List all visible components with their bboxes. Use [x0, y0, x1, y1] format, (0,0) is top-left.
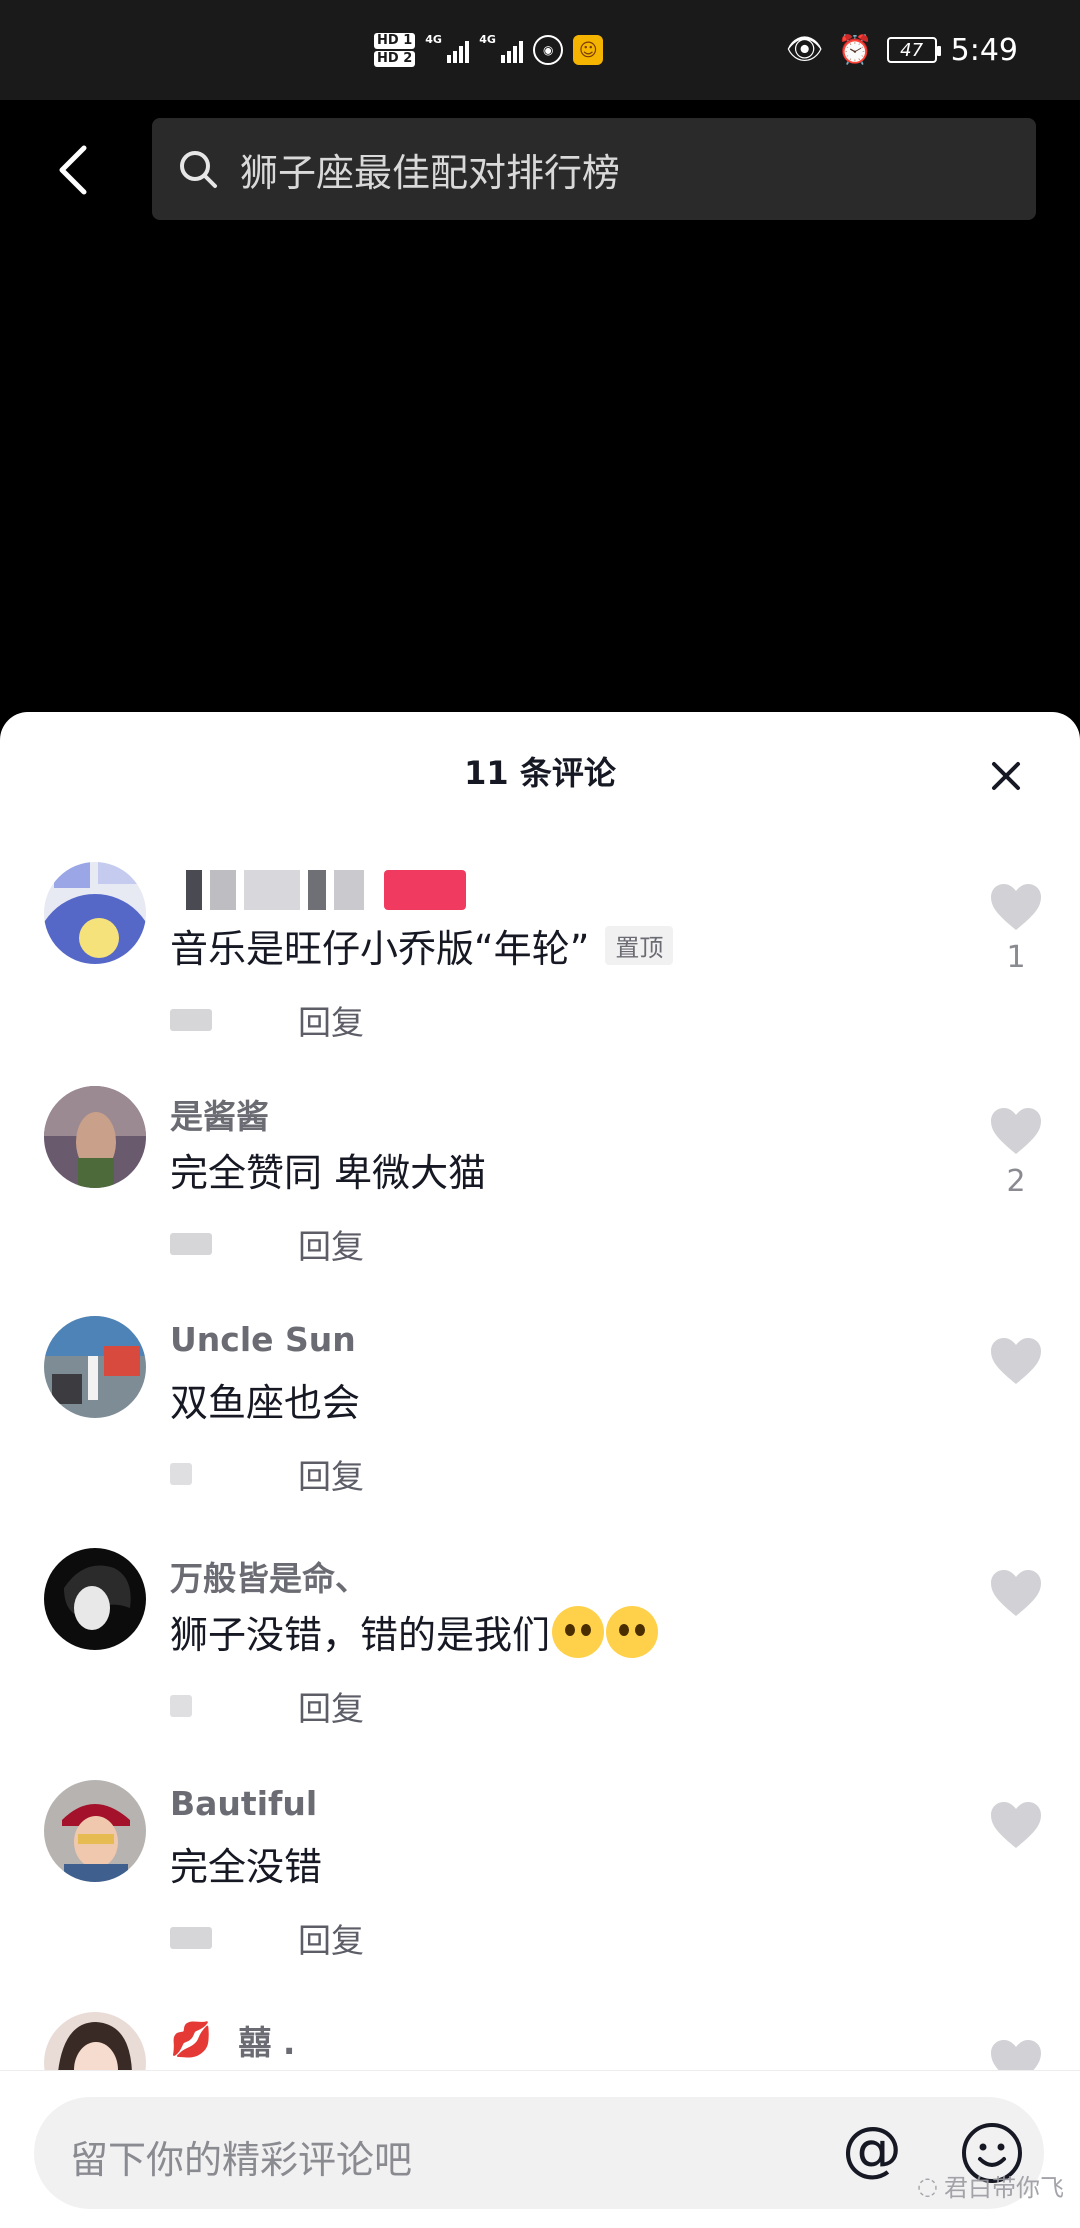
timestamp-blurred — [170, 1695, 192, 1717]
search-query: 狮子座最佳配对排行榜 — [240, 150, 621, 195]
like-button[interactable] — [986, 1336, 1046, 1394]
timestamp-blurred — [170, 1233, 212, 1255]
reply-button[interactable]: 回复 — [298, 1220, 364, 1268]
wechat-icon: ◌ — [917, 2171, 938, 2200]
username[interactable]: 是酱酱 — [170, 1090, 269, 1138]
heart-icon — [991, 1570, 1041, 1616]
comment-meta: 回复 — [170, 1914, 364, 1962]
avatar[interactable] — [44, 1548, 146, 1650]
like-button[interactable]: 1 — [986, 882, 1046, 975]
mention-button[interactable]: @ — [842, 2119, 902, 2179]
like-button[interactable] — [986, 1568, 1046, 1626]
like-count: 2 — [1006, 1164, 1026, 1199]
close-icon — [992, 762, 1020, 790]
like-count: 1 — [1006, 940, 1026, 975]
app-notification-icon: ☺ — [573, 35, 604, 65]
username[interactable]: Uncle Sun — [170, 1320, 356, 1359]
avatar[interactable] — [44, 1086, 146, 1188]
search-icon — [180, 151, 217, 188]
username: 囍 . — [238, 2023, 296, 2062]
comment-item: 万般皆是命、 狮子没错，错的是我们 回复 — [0, 1548, 1080, 1778]
comment-item: Uncle Sun 双鱼座也会 回复 — [0, 1316, 1080, 1546]
reply-button[interactable]: 回复 — [298, 996, 364, 1044]
comment-text: 完全赞同 卑微大猫 — [170, 1151, 487, 1195]
pleading-emoji-icon — [552, 1605, 605, 1658]
username[interactable]: 万般皆是命、 — [170, 1552, 368, 1600]
reply-button[interactable]: 回复 — [298, 1914, 364, 1962]
timestamp-blurred — [170, 1463, 192, 1485]
like-button[interactable]: 2 — [986, 1106, 1046, 1199]
comment-text: 音乐是旺仔小乔版“年轮” 置顶 — [170, 918, 674, 973]
status-left-icons: HD 1 HD 2 4G 4G ◉ ☺ — [374, 30, 604, 70]
status-bar: HD 1 HD 2 4G 4G ◉ ☺ 👁 ⏰ 47 5:49 — [0, 0, 1080, 100]
comment-meta: 回复 — [170, 1450, 364, 1498]
username[interactable]: Bautiful — [170, 1784, 317, 1823]
avatar[interactable] — [44, 1316, 146, 1418]
comment-item: 音乐是旺仔小乔版“年轮” 置顶 回复 1 — [0, 862, 1080, 1092]
heart-icon — [991, 884, 1041, 930]
network-2-label: 4G — [479, 33, 496, 46]
username-blurred — [186, 870, 466, 910]
back-button[interactable] — [48, 140, 96, 200]
battery-icon: 47 — [886, 37, 941, 63]
network-1-label: 4G — [425, 33, 442, 46]
signal-1-icon: 4G — [425, 33, 470, 63]
close-button[interactable] — [986, 756, 1026, 796]
comment-text: 完全没错 — [170, 1845, 323, 1889]
comment-meta: 回复 — [170, 996, 364, 1044]
timestamp-blurred — [170, 1927, 212, 1949]
pleading-emoji-icon — [606, 1605, 659, 1658]
comment-input-bar: 留下你的精彩评论吧 @ ◌ 君白带你飞 — [0, 2070, 1080, 2228]
hd1-badge: HD 1 — [374, 33, 416, 49]
status-right-icons: 👁 ⏰ 47 5:49 — [786, 28, 1018, 72]
alarm-icon: ⏰ — [837, 33, 873, 66]
reply-button[interactable]: 回复 — [298, 1682, 364, 1730]
comment-placeholder: 留下你的精彩评论吧 — [70, 2138, 413, 2182]
comment-count-title: 11 条评论 — [464, 754, 616, 792]
comment-meta: 回复 — [170, 1220, 364, 1268]
comment-item: 是酱酱 完全赞同 卑微大猫 回复 2 — [0, 1086, 1080, 1316]
battery-level: 47 — [900, 39, 924, 61]
search-bar[interactable]: 狮子座最佳配对排行榜 — [152, 118, 1036, 220]
lips-emoji-icon: 💋 — [170, 2020, 213, 2060]
comment-text: 狮子没错，错的是我们 — [170, 1604, 659, 1659]
avatar[interactable] — [44, 862, 146, 964]
heart-icon — [991, 1338, 1041, 1384]
clock: 5:49 — [950, 32, 1018, 68]
comment-text: 双鱼座也会 — [170, 1381, 361, 1425]
watermark: ◌ 君白带你飞 — [917, 2171, 1064, 2203]
timestamp-blurred — [170, 1009, 212, 1031]
like-button[interactable] — [986, 1800, 1046, 1858]
username-row[interactable]: 💋 囍 . — [170, 2016, 295, 2064]
heart-icon — [991, 1802, 1041, 1848]
vpn-icon: ◉ — [533, 35, 564, 65]
comment-meta: 回复 — [170, 1682, 364, 1730]
signal-2-icon: 4G — [479, 33, 524, 63]
heart-icon — [991, 1108, 1041, 1154]
pinned-badge: 置顶 — [605, 926, 674, 965]
phone-screen: HD 1 HD 2 4G 4G ◉ ☺ 👁 ⏰ 47 5:49 狮子座最佳配对排… — [0, 0, 1080, 2228]
comment-item: Bautiful 完全没错 回复 — [0, 1780, 1080, 2010]
hd2-badge: HD 2 — [374, 51, 416, 67]
comment-input[interactable]: 留下你的精彩评论吧 @ — [34, 2097, 1044, 2209]
reply-button[interactable]: 回复 — [298, 1450, 364, 1498]
avatar[interactable] — [44, 1780, 146, 1882]
comment-sheet: 11 条评论 音乐是旺仔小乔版“年轮” 置顶 回复 1 是酱酱 完全赞同 卑微大… — [0, 712, 1080, 2228]
hd-indicators: HD 1 HD 2 — [374, 33, 416, 67]
chevron-left-icon — [59, 145, 87, 195]
eye-comfort-icon: 👁 — [785, 32, 824, 67]
